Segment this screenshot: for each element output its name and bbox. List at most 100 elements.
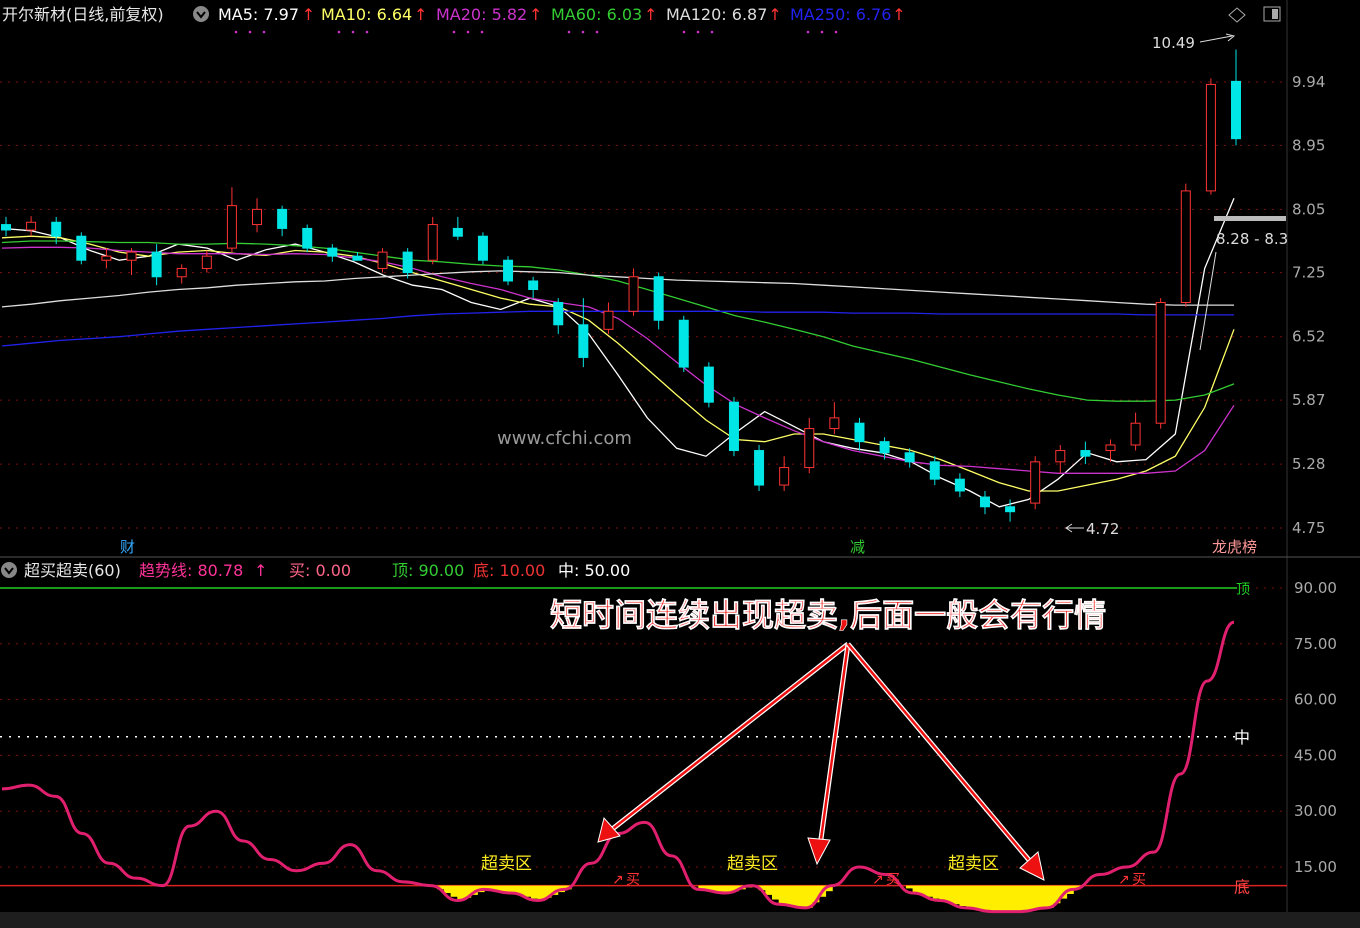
price-tick-label: 6.52 — [1292, 328, 1325, 346]
price-range-label: 8.28 - 8.3 — [1216, 230, 1288, 248]
candle-body — [929, 461, 940, 480]
trend-up-arrow: ↑ — [254, 561, 267, 580]
oversold-bar — [530, 885, 539, 899]
ma-legend-label: MA250: 6.76 — [790, 5, 891, 24]
candle-body — [528, 280, 539, 290]
legend-dot — [262, 30, 266, 34]
candle-body — [1155, 301, 1166, 424]
oversold-bar — [778, 885, 786, 905]
marker-jian[interactable]: 减 — [850, 538, 865, 556]
candle-body — [327, 247, 338, 257]
legend-dot — [682, 30, 686, 34]
candle — [678, 315, 689, 372]
candle-body — [854, 422, 865, 443]
candle-body — [76, 235, 87, 261]
indicator-dropdown-icon[interactable] — [1, 562, 17, 578]
candle-body — [101, 255, 112, 261]
buy-signal-label: 买 — [886, 872, 900, 888]
ma-legend-label: MA60: 6.03 — [551, 5, 642, 24]
legend-dot — [234, 30, 238, 34]
candle-body — [804, 428, 815, 469]
candle-body — [1080, 450, 1091, 457]
oversold-bar — [972, 885, 981, 909]
indicator-title: 超买超卖(60) — [24, 561, 121, 580]
indicator-tick-label: 60.00 — [1294, 691, 1337, 709]
price-tick-label: 5.28 — [1292, 455, 1325, 473]
oversold-bar — [959, 885, 967, 907]
candle-body — [653, 276, 664, 321]
candle-body — [1180, 190, 1191, 303]
candle-body — [1205, 83, 1216, 192]
candle — [76, 232, 87, 265]
legend-dot — [567, 30, 571, 34]
candle-body — [678, 319, 689, 368]
candle-body — [553, 301, 564, 326]
price-tick-label: 4.75 — [1292, 519, 1325, 537]
candle-body — [779, 467, 790, 486]
oversold-bar — [932, 885, 940, 899]
marker-longhubang[interactable]: 龙虎榜 — [1212, 538, 1257, 556]
candle-body — [277, 208, 288, 229]
oversold-bar — [1033, 885, 1041, 910]
oversold-bar — [979, 885, 987, 910]
candle — [503, 256, 514, 286]
ma-legend-label: MA120: 6.87 — [666, 5, 767, 24]
buy-signal: ↗ — [1118, 872, 1130, 888]
indicator-tick-label: 30.00 — [1294, 802, 1337, 820]
indicator-tick-label: 75.00 — [1294, 635, 1337, 653]
price-tick-label: 7.25 — [1292, 264, 1325, 282]
legend-dot — [595, 30, 599, 34]
oversold-zone-label: 超卖区 — [948, 854, 999, 874]
oversold-bar — [792, 885, 800, 907]
candle-body — [728, 401, 739, 452]
candle-body — [1, 224, 11, 231]
legend-dot — [248, 30, 252, 34]
price-range-bar — [1214, 216, 1286, 221]
stock-title: 开尔新材(日线,前复权) — [2, 5, 164, 24]
oversold-bar — [1006, 885, 1014, 912]
candle-body — [352, 255, 363, 261]
candle — [1155, 298, 1166, 429]
ma-legend-label: MA10: 6.64 — [321, 5, 412, 24]
kline-chart: 开尔新材(日线,前复权) MA5: 7.97 ↑ MA10: 6.64 ↑ MA20: … — [0, 0, 1360, 928]
candle-body — [754, 450, 765, 486]
settings-dropdown-icon[interactable] — [193, 6, 209, 22]
oversold-bar — [1019, 885, 1027, 912]
oversold-bar — [986, 885, 994, 911]
oversold-bar — [999, 885, 1007, 912]
candle-body — [377, 251, 388, 269]
oversold-bar — [718, 885, 726, 893]
top-value: 顶: 90.00 — [392, 561, 464, 580]
up-arrow-icon: ↑ — [302, 5, 315, 24]
candle-body — [126, 251, 137, 261]
up-arrow-icon: ↑ — [892, 5, 905, 24]
legend-dot — [452, 30, 456, 34]
legend-dot — [466, 30, 470, 34]
price-tick-label: 8.05 — [1292, 200, 1325, 218]
oversold-bar — [946, 885, 954, 903]
mid-level-tag: 中 — [1234, 728, 1250, 747]
price-tick-label: 9.94 — [1292, 73, 1325, 91]
candle-body — [829, 417, 840, 430]
candle-body — [603, 310, 614, 330]
candle — [477, 232, 488, 265]
oversold-bar — [992, 885, 1001, 912]
buy-signal-label: 买 — [1132, 872, 1146, 888]
candle-body — [452, 227, 463, 237]
legend-dot — [581, 30, 585, 34]
mid-value: 中: 50.00 — [558, 561, 630, 580]
candle-body — [578, 324, 589, 358]
oversold-bar — [905, 885, 914, 889]
bottom-bar — [0, 912, 1360, 928]
oversold-bar — [952, 885, 960, 905]
oversold-bar — [785, 885, 793, 906]
marker-cai[interactable]: 财 — [120, 538, 135, 556]
candle-body — [904, 452, 915, 463]
oversold-bar — [966, 885, 974, 908]
ma-legend-label: MA5: 7.97 — [218, 5, 299, 24]
indicator-tick-label: 90.00 — [1294, 579, 1337, 597]
candle-body — [151, 251, 162, 278]
high-price-label: 10.49 — [1152, 34, 1195, 52]
legend-dot — [710, 30, 714, 34]
bottom-level-tag: 底 — [1234, 878, 1250, 897]
